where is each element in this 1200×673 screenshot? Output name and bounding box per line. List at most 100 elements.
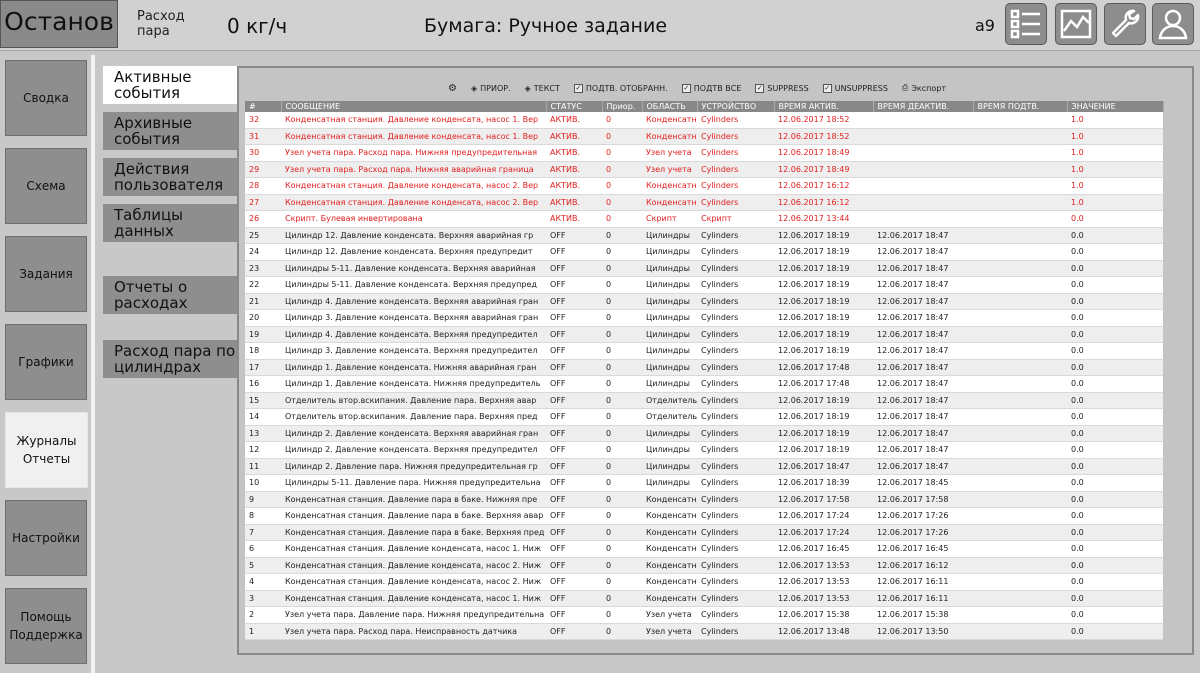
ack-time-cell	[973, 293, 1067, 310]
settings-button[interactable]	[1104, 3, 1146, 45]
subnav-consumption-reports[interactable]: Отчеты о расходах	[103, 276, 238, 314]
column-header[interactable]: Приор.	[602, 101, 643, 112]
grid-settings-button[interactable]: ⚙	[448, 83, 457, 94]
column-header[interactable]: ВРЕМЯ ДЕАКТИВ.	[873, 101, 974, 112]
value-cell: 0.0	[1067, 474, 1163, 492]
user-button[interactable]	[1152, 3, 1194, 45]
deactivation-time-cell	[873, 161, 973, 178]
nav-charts[interactable]: Графики	[5, 324, 87, 400]
value-cell: 0.0	[1067, 491, 1163, 508]
suppress-button[interactable]: ✓ SUPPRESS	[755, 83, 809, 93]
table-row[interactable]: 5 Конденсатная станция. Давление конденса…	[245, 557, 1163, 574]
table-row[interactable]: 18 Цилиндр 3. Давление конденсата. Верхня…	[245, 342, 1163, 360]
value-cell: 0.0	[1067, 243, 1163, 261]
subnav-user-actions[interactable]: Действия пользователя	[103, 158, 238, 196]
status-cell: OFF	[546, 425, 602, 442]
ack-all-button[interactable]: ✓ ПОДТВ ВСЕ	[681, 83, 741, 93]
events-list-button[interactable]	[1005, 3, 1047, 45]
unsuppress-button[interactable]: ✓ UNSUPPRESS	[822, 83, 888, 93]
table-row[interactable]: 31 Конденсатная станция. Давление конденс…	[245, 128, 1163, 145]
row-number: 16	[245, 375, 281, 393]
priority-cell: 0	[602, 359, 642, 376]
area-cell: Конденсатная	[642, 590, 697, 607]
table-row[interactable]: 13 Цилиндр 2. Давление конденсата. Верхня…	[245, 425, 1163, 442]
table-row[interactable]: 17 Цилиндр 1. Давление конденсата. Нижняя…	[245, 359, 1163, 376]
table-row[interactable]: 15 Отделитель втор.вскипания. Давление па…	[245, 392, 1163, 409]
column-header[interactable]: ОБЛАСТЬ	[642, 101, 698, 112]
column-header[interactable]: ВРЕМЯ АКТИВ.	[774, 101, 874, 112]
deactivation-time-cell	[873, 112, 973, 129]
message-cell: Цилиндр 12. Давление конденсата. Верхняя…	[281, 227, 546, 244]
table-row[interactable]: 29 Узел учета пара. Расход пара. Нижняя а…	[245, 161, 1163, 178]
ack-time-cell	[973, 359, 1067, 376]
table-row[interactable]: 11 Цилиндр 2. Давление пара. Нижняя преду…	[245, 458, 1163, 475]
subnav-steam-per-cylinder[interactable]: Расход пара по цилиндрах	[103, 340, 238, 378]
nav-tasks[interactable]: Задания	[5, 236, 87, 312]
table-row[interactable]: 12 Цилиндр 2. Давление конденсата. Верхня…	[245, 441, 1163, 459]
table-row[interactable]: 30 Узел учета пара. Расход пара. Нижняя п…	[245, 144, 1163, 162]
deactivation-time-cell: 12.06.2017 18:47	[873, 458, 973, 475]
table-row[interactable]: 2 Узел учета пара. Давление пара. Нижняя …	[245, 606, 1163, 624]
table-row[interactable]: 21 Цилиндр 4. Давление конденсата. Верхня…	[245, 293, 1163, 310]
ack-selected-button[interactable]: ✓ ПОДТВ. ОТОБРАНН.	[573, 83, 668, 93]
row-number: 29	[245, 161, 281, 178]
deactivation-time-cell	[873, 194, 973, 211]
table-row[interactable]: 9 Конденсатная станция. Давление пара в б…	[245, 491, 1163, 508]
nav-logs-reports[interactable]: Журналы Отчеты	[5, 412, 88, 488]
table-row[interactable]: 25 Цилиндр 12. Давление конденсата. Верхн…	[245, 227, 1163, 244]
subnav-archive-events[interactable]: Архивные события	[103, 112, 238, 150]
table-row[interactable]: 26 Скрипт. Булевая инвертирована АКТИВ. 0 Ск…	[245, 210, 1163, 228]
subnav-data-tables[interactable]: Таблицы данных	[103, 204, 238, 242]
message-cell: Скрипт. Булевая инвертирована	[281, 210, 546, 228]
subnav-active-events[interactable]: Активные события	[103, 66, 238, 104]
row-number: 31	[245, 128, 281, 145]
sort-priority-button[interactable]: ◈ ПРИОР.	[471, 84, 511, 93]
table-row[interactable]: 27 Конденсатная станция. Давление конденс…	[245, 194, 1163, 211]
nav-scheme[interactable]: Схема	[5, 148, 87, 224]
table-row[interactable]: 1 Узел учета пара. Расход пара. Неисправн…	[245, 623, 1163, 640]
table-row[interactable]: 19 Цилиндр 4. Давление конденсата. Верхня…	[245, 326, 1163, 343]
column-header[interactable]: УСТРОЙСТВО	[697, 101, 775, 112]
table-row[interactable]: 20 Цилиндр 3. Давление конденсата. Верхня…	[245, 309, 1163, 327]
nav-summary[interactable]: Сводка	[5, 60, 87, 136]
message-cell: Узел учета пара. Расход пара. Нижняя ава…	[281, 161, 546, 178]
table-row[interactable]: 28 Конденсатная станция. Давление конденс…	[245, 177, 1163, 195]
table-row[interactable]: 8 Конденсатная станция. Давление пара в б…	[245, 507, 1163, 525]
activation-time-cell: 12.06.2017 18:49	[774, 144, 873, 162]
value-cell: 0.0	[1067, 408, 1163, 426]
table-row[interactable]: 23 Цилиндры 5-11. Давление конденсата. Ве…	[245, 260, 1163, 277]
ack-time-cell	[973, 573, 1067, 591]
table-row[interactable]: 14 Отделитель втор.вскипания. Давление па…	[245, 408, 1163, 426]
column-header[interactable]: ЗНАЧЕНИЕ	[1067, 101, 1164, 112]
column-header[interactable]: СООБЩЕНИЕ	[281, 101, 547, 112]
nav-settings[interactable]: Настройки	[5, 500, 87, 576]
table-row[interactable]: 24 Цилиндр 12. Давление конденсата. Верхн…	[245, 243, 1163, 261]
paper-grade: Бумага: Ручное задание	[424, 15, 668, 37]
column-header[interactable]: СТАТУС	[546, 101, 603, 112]
table-row[interactable]: 10 Цилиндры 5-11. Давление пара. Нижняя п…	[245, 474, 1163, 492]
row-number: 14	[245, 408, 281, 426]
table-row[interactable]: 32 Конденсатная станция. Давление конденс…	[245, 112, 1163, 129]
column-header[interactable]: ВРЕМЯ ПОДТВ.	[973, 101, 1068, 112]
table-row[interactable]: 7 Конденсатная станция. Давление пара в б…	[245, 524, 1163, 541]
row-number: 25	[245, 227, 281, 244]
value-cell: 1.0	[1067, 144, 1163, 162]
status-cell: АКТИВ.	[546, 210, 602, 228]
value-cell: 0.0	[1067, 557, 1163, 574]
priority-cell: 0	[602, 507, 642, 525]
trends-button[interactable]	[1055, 3, 1097, 45]
activation-time-cell: 12.06.2017 18:19	[774, 326, 873, 343]
column-header[interactable]: #	[245, 101, 282, 112]
deactivation-time-cell: 12.06.2017 18:47	[873, 243, 973, 261]
ack-time-cell	[973, 606, 1067, 624]
message-cell: Цилиндр 3. Давление конденсата. Верхняя …	[281, 342, 546, 360]
table-row[interactable]: 16 Цилиндр 1. Давление конденсата. Нижняя…	[245, 375, 1163, 393]
activation-time-cell: 12.06.2017 18:19	[774, 425, 873, 442]
sort-text-button[interactable]: ◈ ТЕКСТ	[525, 84, 560, 93]
export-button[interactable]: ⎙ Экспорт	[902, 83, 946, 93]
table-row[interactable]: 4 Конденсатная станция. Давление конденса…	[245, 573, 1163, 591]
table-row[interactable]: 3 Конденсатная станция. Давление конденса…	[245, 590, 1163, 607]
nav-help-support[interactable]: Помощь Поддержка	[5, 588, 87, 664]
table-row[interactable]: 22 Цилиндры 5-11. Давление конденсата. Ве…	[245, 276, 1163, 294]
table-row[interactable]: 6 Конденсатная станция. Давление конденса…	[245, 540, 1163, 558]
